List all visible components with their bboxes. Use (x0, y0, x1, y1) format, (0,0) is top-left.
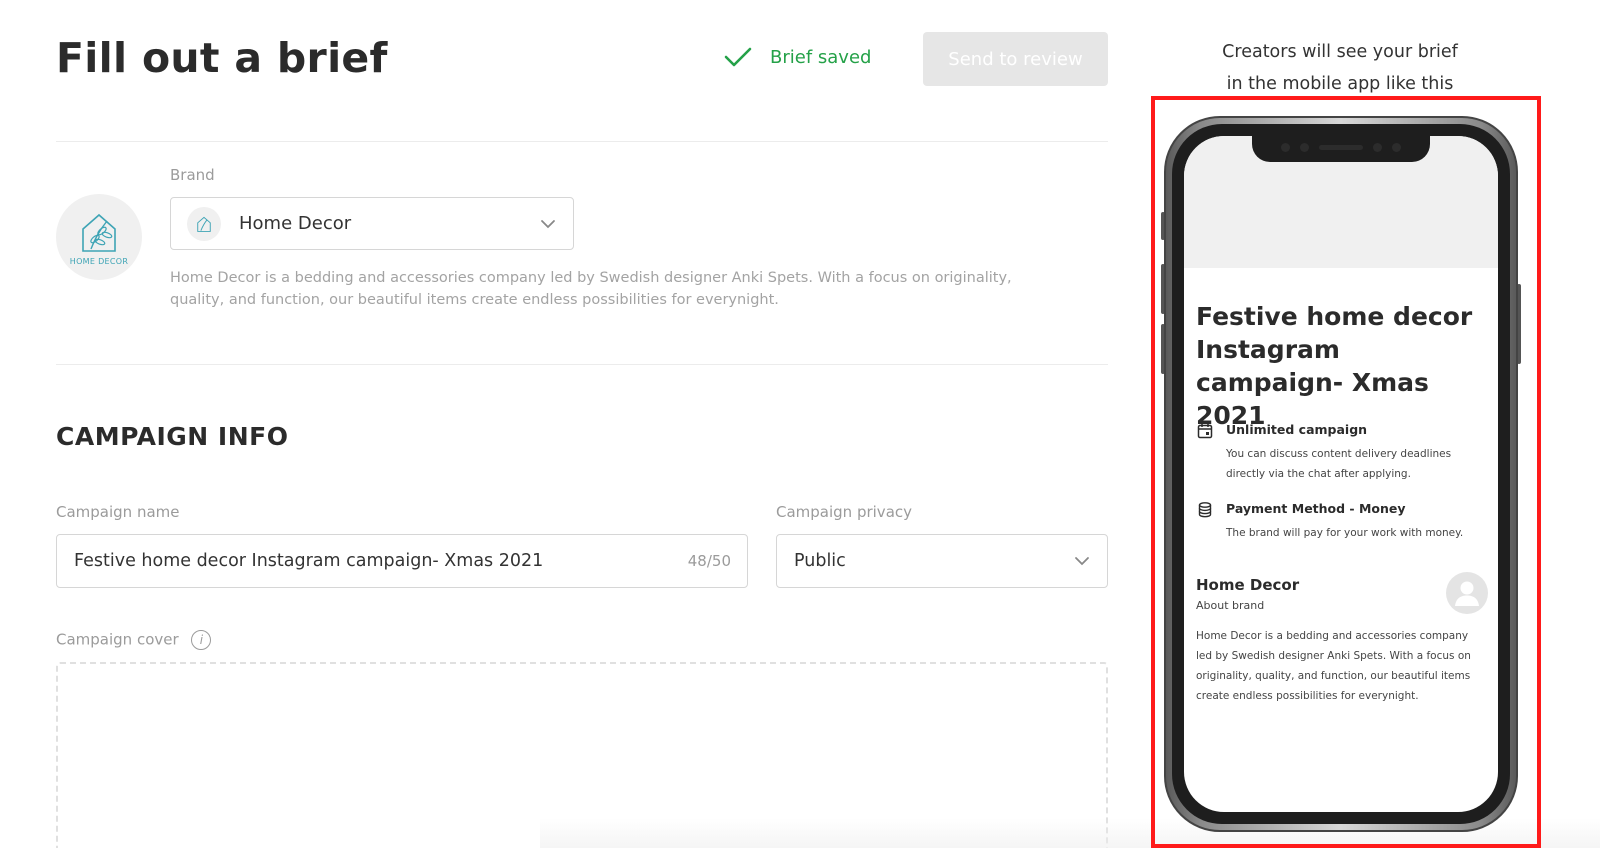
user-icon (1455, 581, 1479, 606)
campaign-privacy-value: Public (794, 551, 846, 571)
house-plant-icon (82, 213, 116, 252)
brand-logo-text: HOME DECOR (69, 256, 129, 266)
brand-select[interactable]: Home Decor (170, 197, 574, 250)
campaign-name-value: Festive home decor Instagram campaign- X… (74, 551, 544, 571)
preview-row-text: You can discuss content delivery deadlin… (1226, 448, 1452, 480)
speaker-grille (1319, 144, 1363, 150)
character-counter: 48/50 (687, 552, 731, 570)
brand-label: Brand (170, 166, 215, 184)
check-icon (724, 47, 752, 67)
chevron-down-icon (1075, 557, 1089, 566)
sensor-dot (1392, 142, 1401, 152)
sensor-dot (1300, 142, 1309, 152)
preview-caption: Creators will see your brief in the mobi… (1160, 36, 1520, 100)
calendar-icon (1197, 424, 1213, 439)
divider (56, 141, 1108, 142)
campaign-cover-label-row: Campaign cover i (56, 630, 212, 650)
preview-row-text: The brand will pay for your work with mo… (1226, 527, 1464, 539)
preview-brand-subtitle: About brand (1196, 599, 1265, 612)
save-status: Brief saved (724, 46, 871, 68)
coins-icon (1198, 502, 1212, 518)
campaign-name-label: Campaign name (56, 503, 180, 521)
avatar (1446, 572, 1488, 614)
preview-title: Festive home decor Instagram campaign- X… (1196, 302, 1473, 430)
phone-screen: Festive home decor Instagram campaign- X… (1184, 136, 1498, 812)
campaign-privacy-label: Campaign privacy (776, 503, 913, 521)
camera-dot (1373, 142, 1382, 152)
campaign-privacy-select[interactable]: Public (776, 534, 1108, 588)
info-icon[interactable]: i (191, 630, 212, 650)
campaign-cover-label: Campaign cover (56, 630, 179, 649)
camera-dot (1281, 142, 1290, 152)
brand-mini-logo (187, 206, 221, 241)
save-status-label: Brief saved (770, 46, 872, 68)
phone-notch (1252, 132, 1430, 162)
preview-caption-line: Creators will see your brief (1222, 42, 1458, 62)
campaign-name-input[interactable]: Festive home decor Instagram campaign- X… (56, 534, 748, 588)
divider (56, 364, 1108, 365)
page-title: Fill out a brief (56, 34, 388, 82)
brand-select-value: Home Decor (239, 213, 352, 234)
chevron-down-icon (541, 220, 555, 229)
house-plant-icon (197, 216, 211, 232)
section-title: CAMPAIGN INFO (56, 422, 289, 451)
send-to-review-button[interactable]: Send to review (923, 32, 1108, 86)
brand-logo: HOME DECOR (56, 194, 142, 280)
preview-row-title: Payment Method - Money (1226, 501, 1406, 516)
brand-description: Home Decor is a bedding and accessories … (170, 270, 1012, 308)
preview-brand-name: Home Decor (1196, 576, 1300, 594)
preview-brand-description: Home Decor is a bedding and accessories … (1196, 630, 1471, 702)
preview-row-title: Unlimited campaign (1226, 422, 1368, 437)
